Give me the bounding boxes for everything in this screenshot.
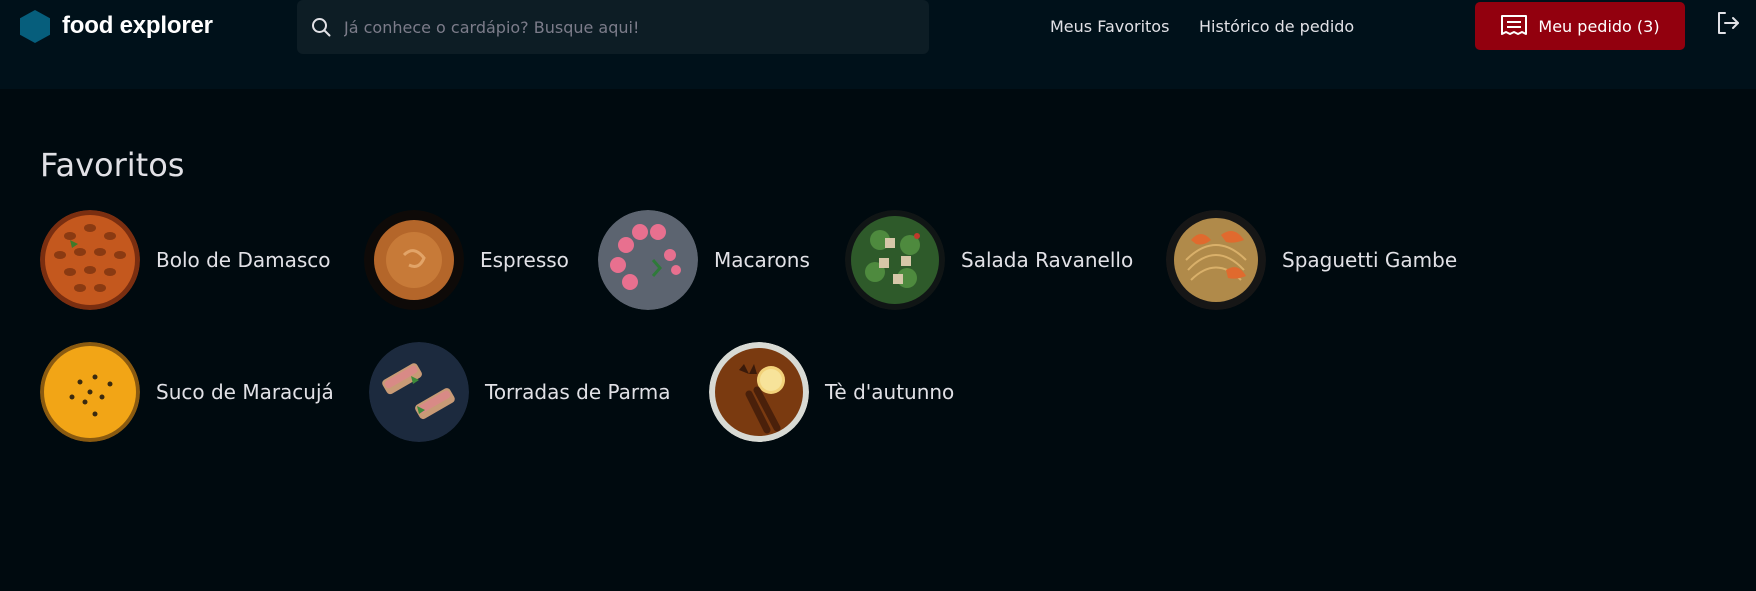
search-icon xyxy=(312,18,331,37)
favorite-item-suco-de-maracuja[interactable]: Suco de Maracujá xyxy=(40,342,334,442)
brand-logo[interactable]: food explorer xyxy=(20,6,213,46)
my-order-button[interactable]: Meu pedido (3) xyxy=(1475,2,1685,50)
dish-thumbnail xyxy=(369,342,469,442)
favorite-item-name: Espresso xyxy=(480,248,569,272)
dish-thumbnail xyxy=(845,210,945,310)
dish-thumbnail xyxy=(40,210,140,310)
dish-thumbnail xyxy=(598,210,698,310)
dish-thumbnail xyxy=(40,342,140,442)
favorite-item-name: Macarons xyxy=(714,248,810,272)
search-bar xyxy=(297,0,929,54)
favorite-item-torradas-de-parma[interactable]: Torradas de Parma xyxy=(369,342,671,442)
receipt-icon xyxy=(1501,15,1528,35)
favorite-item-name: Suco de Maracujá xyxy=(156,380,334,404)
my-order-label: Meu pedido (3) xyxy=(1538,16,1660,36)
nav-my-favorites-link[interactable]: Meus Favoritos xyxy=(1050,15,1169,39)
favorite-item-name: Tè d'autunno xyxy=(825,380,955,404)
page-title: Favoritos xyxy=(40,146,185,184)
favorite-item-te-dautunno[interactable]: Tè d'autunno xyxy=(709,342,954,442)
favorite-item-spaguetti-gambe[interactable]: Spaguetti Gambe xyxy=(1166,210,1457,310)
favorite-item-salada-ravanello[interactable]: Salada Ravanello xyxy=(845,210,1133,310)
favorite-item-espresso[interactable]: Espresso xyxy=(364,210,569,310)
brand-name: food explorer xyxy=(62,12,213,39)
dish-thumbnail xyxy=(709,342,809,442)
sign-out-icon[interactable] xyxy=(1714,9,1742,37)
dish-thumbnail xyxy=(364,210,464,310)
favorite-item-name: Spaguetti Gambe xyxy=(1282,248,1458,272)
search-input[interactable] xyxy=(344,0,929,54)
favorite-item-name: Salada Ravanello xyxy=(961,248,1134,272)
favorite-item-macarons[interactable]: Macarons xyxy=(598,210,810,310)
favorite-item-name: Bolo de Damasco xyxy=(156,248,331,272)
nav-order-history-link[interactable]: Histórico de pedido xyxy=(1199,15,1354,39)
favorite-item-name: Torradas de Parma xyxy=(485,380,671,404)
hexagon-logo-icon xyxy=(20,9,50,43)
dish-thumbnail xyxy=(1166,210,1266,310)
favorite-item-bolo-de-damasco[interactable]: Bolo de Damasco xyxy=(40,210,331,310)
top-header: food explorer Meus Favoritos Histórico d… xyxy=(0,0,1756,89)
